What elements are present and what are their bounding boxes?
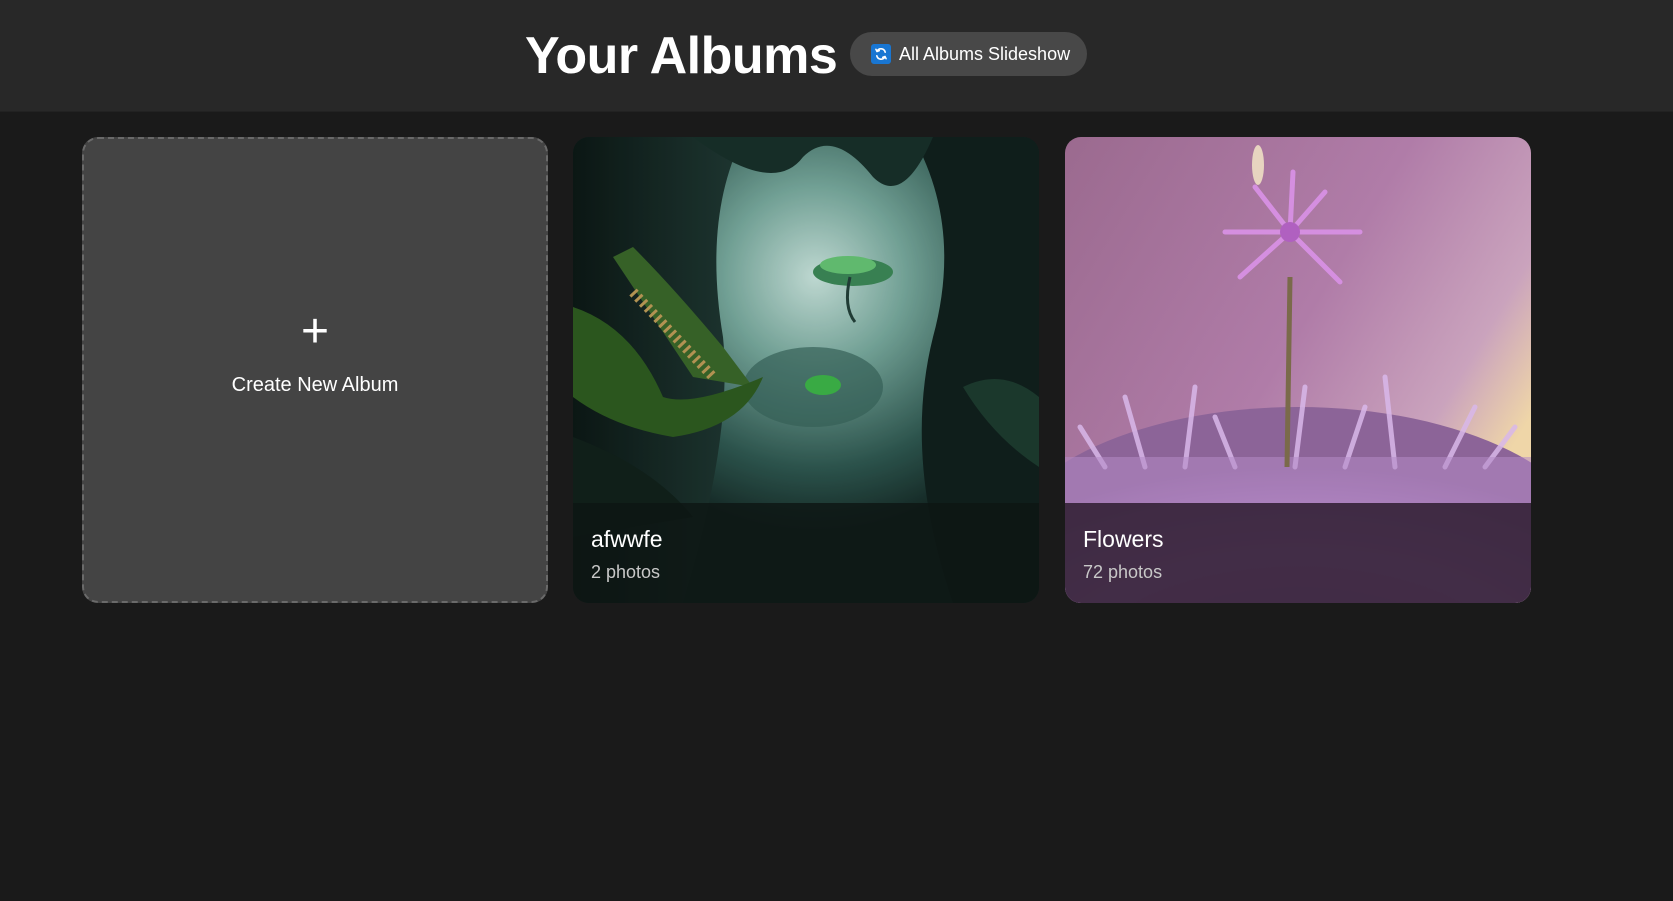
album-card[interactable]: Flowers 72 photos xyxy=(1065,137,1531,603)
album-card[interactable]: afwwfe 2 photos xyxy=(573,137,1039,603)
album-photo-count: 72 photos xyxy=(1083,562,1163,582)
slideshow-button-label: All Albums Slideshow xyxy=(899,43,1071,64)
header-bar: Your Albums All Albums Slideshow xyxy=(0,0,1673,112)
create-album-label: Create New Album xyxy=(231,373,399,396)
album-photo-count: 2 photos xyxy=(591,562,661,582)
refresh-icon xyxy=(871,44,891,64)
album-info: Flowers 72 photos xyxy=(1065,503,1531,603)
plus-icon: + xyxy=(300,304,330,358)
all-albums-slideshow-button[interactable]: All Albums Slideshow xyxy=(850,32,1087,76)
create-album-card[interactable]: + Create New Album xyxy=(82,137,548,603)
album-name: afwwfe xyxy=(591,526,663,552)
album-info: afwwfe 2 photos xyxy=(573,503,1039,603)
album-name: Flowers xyxy=(1083,526,1164,552)
page-title: Your Albums xyxy=(525,27,838,85)
